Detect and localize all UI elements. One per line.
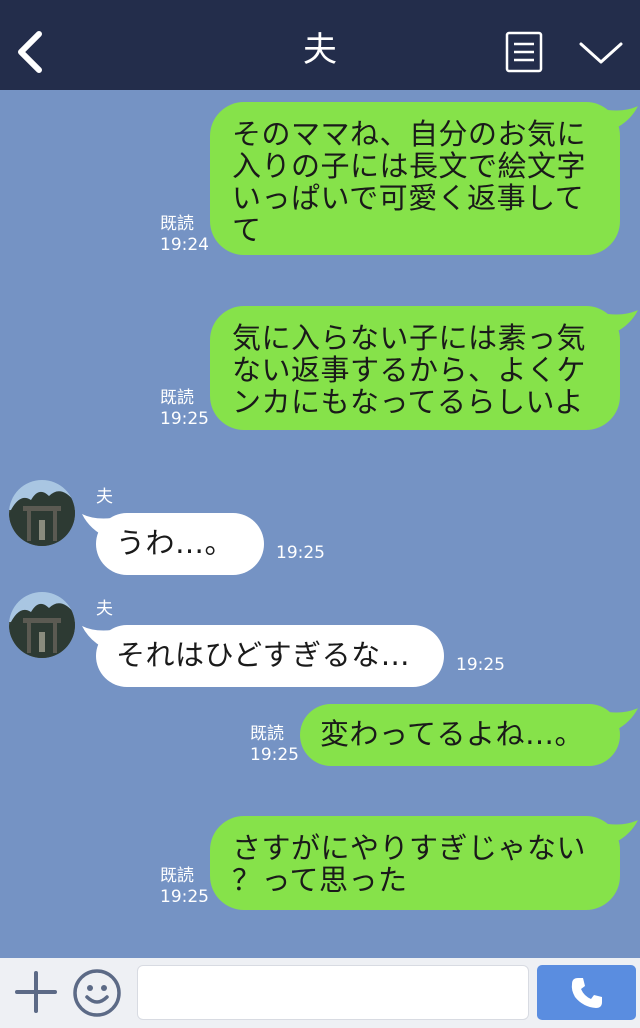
call-button[interactable] <box>537 965 636 1020</box>
list-menu-icon <box>505 31 543 73</box>
sender-name: 夫 <box>96 487 113 507</box>
read-label: 既読 <box>250 724 284 744</box>
message-text: うわ…。 <box>116 526 235 560</box>
avatar[interactable] <box>9 480 75 546</box>
chat-header: 夫 <box>0 0 640 90</box>
expand-button[interactable] <box>576 38 626 68</box>
read-label: 既読 <box>160 866 194 886</box>
sender-name: 夫 <box>96 599 113 619</box>
message-time: 19:25 <box>456 655 505 675</box>
read-receipt: 既読 19:25 <box>160 866 209 908</box>
smiley-icon <box>73 969 121 1017</box>
message-line: 気に入らない子には素っ気 <box>232 321 587 355</box>
profile-photo <box>9 592 75 658</box>
phone-icon <box>571 977 602 1008</box>
bubble-tail <box>608 310 638 334</box>
message-time: 19:24 <box>160 235 209 255</box>
message-bubble-outgoing[interactable]: 変わってるよね…。 <box>300 704 620 766</box>
message-line: さすがにやりすぎじゃない <box>232 831 587 865</box>
add-button[interactable] <box>14 970 58 1014</box>
message-line: いっぱいで可愛く返事して <box>232 181 585 215</box>
bubble-tail <box>608 708 638 732</box>
read-label: 既読 <box>160 388 194 408</box>
chevron-down-icon <box>579 42 623 64</box>
message-time: 19:25 <box>160 409 209 429</box>
bubble-tail <box>608 820 638 844</box>
plus-icon <box>15 971 57 1013</box>
message-text: それはひどすぎるな… <box>116 638 411 672</box>
message-line: て <box>232 213 262 247</box>
message-bubble-outgoing[interactable]: そのママね、自分のお気に 入りの子には長文で絵文字 いっぱいで可愛く返事して て <box>210 102 620 255</box>
message-time: 19:25 <box>276 543 325 563</box>
message-bubble-incoming[interactable]: それはひどすぎるな… <box>96 625 444 687</box>
message-line: ない返事するから、よくケ <box>232 353 587 387</box>
message-bubble-outgoing[interactable]: 気に入らない子には素っ気 ない返事するから、よくケ ンカにもなってるらしいよ <box>210 306 620 430</box>
message-bubble-incoming[interactable]: うわ…。 <box>96 513 264 575</box>
chat-title: 夫 <box>303 30 337 70</box>
message-time: 19:25 <box>160 887 209 907</box>
avatar[interactable] <box>9 592 75 658</box>
profile-photo <box>9 480 75 546</box>
message-line: そのママね、自分のお気に <box>232 117 587 151</box>
read-receipt: 既読 19:24 <box>160 214 209 256</box>
read-label: 既読 <box>160 214 194 234</box>
message-text: 変わってるよね…。 <box>320 717 585 751</box>
emoji-button[interactable] <box>72 968 122 1018</box>
message-line: 入りの子には長文で絵文字 <box>232 149 587 183</box>
message-line: ンカにもなってるらしいよ <box>232 385 584 419</box>
input-bar <box>0 958 640 1028</box>
message-line: ？って思った <box>232 863 408 897</box>
chat-area[interactable]: 既読 19:24 そのママね、自分のお気に 入りの子には長文で絵文字 いっぱいで… <box>0 90 640 958</box>
message-time: 19:25 <box>250 745 299 765</box>
menu-button[interactable] <box>505 31 543 73</box>
read-receipt: 既読 19:25 <box>250 724 299 766</box>
bubble-tail <box>608 106 638 130</box>
message-input[interactable] <box>137 965 529 1020</box>
message-bubble-outgoing[interactable]: さすがにやりすぎじゃない ？って思った <box>210 816 620 910</box>
read-receipt: 既読 19:25 <box>160 388 209 430</box>
